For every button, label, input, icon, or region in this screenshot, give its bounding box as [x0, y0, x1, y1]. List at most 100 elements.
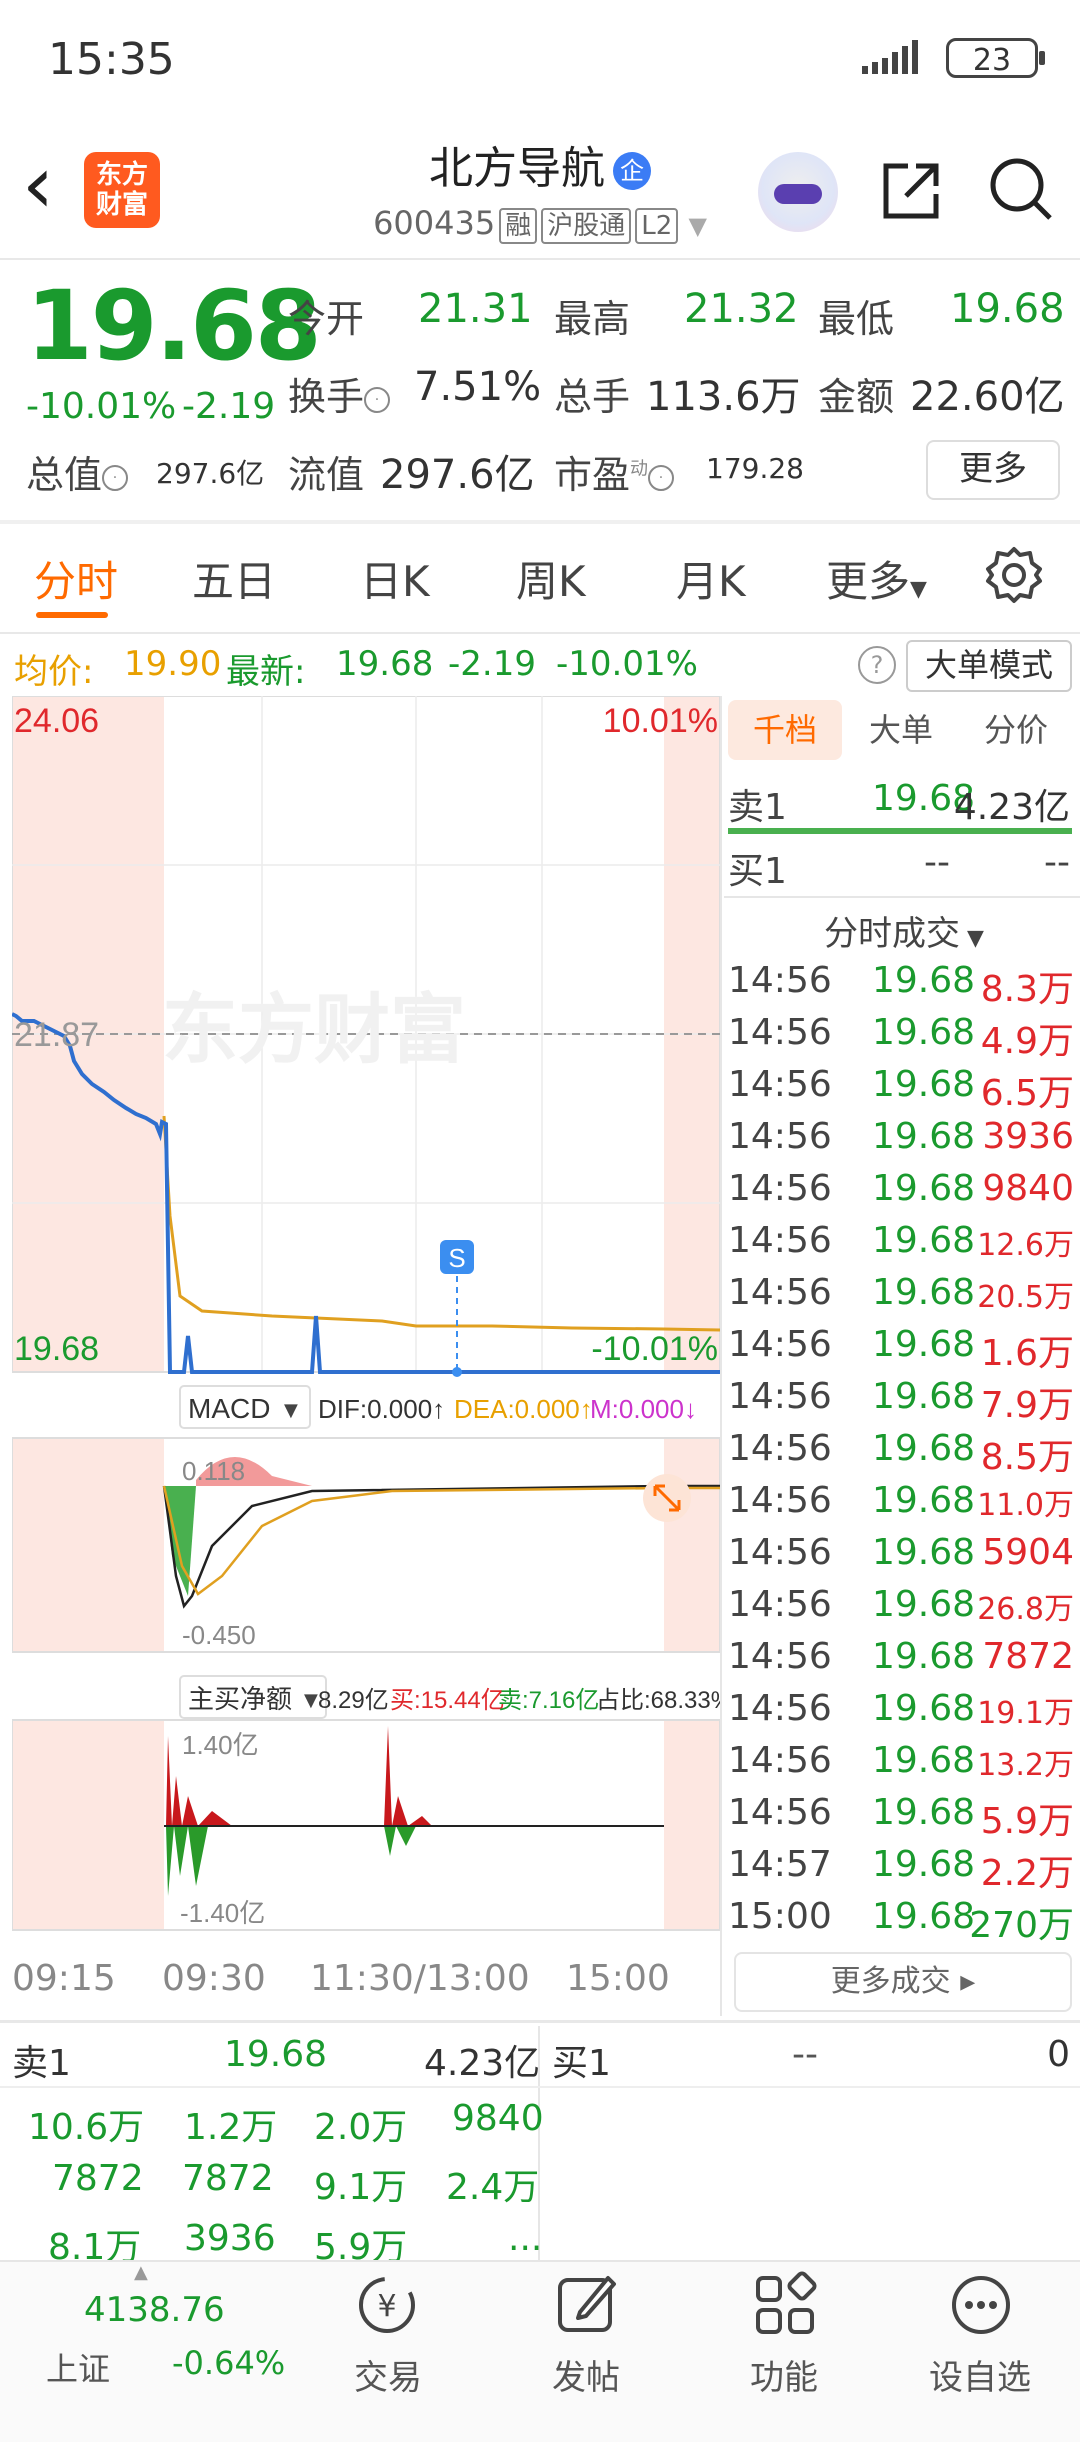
- nav-trade[interactable]: 交易: [308, 2350, 468, 2399]
- help-icon[interactable]: ?: [858, 646, 896, 684]
- divider: [0, 632, 1080, 634]
- nav-post[interactable]: 发帖: [506, 2350, 666, 2399]
- bottom-pct-label: -10.01%: [591, 1330, 718, 1368]
- nav-add-watchlist[interactable]: 设自选: [900, 2350, 1060, 2399]
- tab-thousand-level[interactable]: 千档: [728, 700, 842, 760]
- trade-row: 14:56 19.68 20.5万: [728, 1272, 1074, 1315]
- top-pct-label: 10.01%: [603, 702, 718, 740]
- macd-dropdown-icon: ▼: [284, 1400, 298, 1421]
- pe-sup: 动: [630, 458, 649, 480]
- dropdown-triangle-icon: ▼: [910, 577, 927, 602]
- flow-ratio: 占比:68.33%: [596, 1687, 720, 1714]
- latest-label: 最新:: [226, 652, 306, 692]
- high-label: 最高: [554, 297, 631, 341]
- tab-daily-k[interactable]: 日K: [360, 548, 430, 609]
- tab-weekly-k[interactable]: 周K: [516, 548, 586, 609]
- watermark: 东方财富: [162, 988, 466, 1073]
- tab-monthly-k[interactable]: 月K: [676, 548, 746, 609]
- divider: [0, 2020, 1080, 2023]
- search-icon[interactable]: [988, 156, 1054, 222]
- rp-buy1-label: 买1: [728, 851, 787, 892]
- divider: [0, 258, 1080, 260]
- tab-5day[interactable]: 五日: [192, 548, 276, 609]
- intraday-chart[interactable]: 东方财富 S 24.06 10.01% 21.87 19.68 -10.01% …: [12, 696, 720, 1956]
- chevron-right-icon: ▸: [950, 1964, 976, 1999]
- ob-buy-label: 买1: [552, 2043, 611, 2084]
- rp-sell1-vol: 4.23亿: [953, 787, 1070, 828]
- turnover-label: 换手 ·: [288, 366, 391, 421]
- post-icon[interactable]: [552, 2270, 622, 2340]
- latest-change: -2.19: [448, 644, 536, 684]
- top-price-label: 24.06: [14, 702, 99, 740]
- flow-label: 主买净额: [188, 1684, 292, 1714]
- gear-icon[interactable]: [984, 545, 1044, 605]
- tab-price-dist[interactable]: 分价: [966, 700, 1066, 760]
- dropdown-triangle-icon: ▼: [688, 212, 707, 240]
- more-dots-icon[interactable]: [946, 2270, 1016, 2340]
- flow-total: 8.29亿: [318, 1687, 389, 1714]
- trade-row: 14:56 19.68 8.5万: [728, 1428, 1074, 1478]
- assistant-avatar[interactable]: [758, 152, 838, 232]
- flow-top-label: 1.40亿: [182, 1730, 259, 1760]
- divider: [724, 896, 1080, 898]
- nav-function[interactable]: 功能: [704, 2350, 864, 2399]
- m-value: M:0.000↓: [590, 1394, 697, 1424]
- queue-cell: 2.0万: [314, 2107, 408, 2148]
- trade-row: 14:56 19.68 5904: [728, 1532, 1074, 1573]
- divider: [0, 520, 1080, 524]
- pe-value: 179.28: [706, 452, 804, 485]
- index-change[interactable]: -0.64%: [172, 2344, 285, 2382]
- status-time: 15:35: [48, 34, 175, 85]
- trades-title[interactable]: 分时成交 ▼: [824, 906, 984, 955]
- rp-buy1-price: --: [924, 842, 950, 883]
- queue-cell: 1.2万: [184, 2107, 278, 2148]
- avg-price-line: [162, 1115, 720, 1332]
- share-icon[interactable]: [878, 158, 944, 224]
- x-tick-noon: 11:30/13:00: [310, 1958, 530, 1999]
- big-order-mode-button[interactable]: 大单模式: [906, 640, 1072, 692]
- pe-label: 市盈动 ·: [554, 444, 675, 499]
- macd-dea-line: [162, 1485, 720, 1596]
- chevron-up-icon: ▲: [134, 2262, 148, 2283]
- change-percent: -10.01%: [26, 386, 177, 427]
- flow-postmarket-shade: [664, 1720, 720, 1930]
- amount-label: 金额: [818, 375, 895, 419]
- trade-row: 14:56 19.68 13.2万: [728, 1740, 1074, 1783]
- volume-label: 总手: [554, 375, 631, 419]
- trade-row: 14:56 19.68 7.9万: [728, 1376, 1074, 1426]
- queue-cell: ...: [508, 2218, 543, 2259]
- turnover-value: 7.51%: [414, 364, 542, 410]
- trade-icon[interactable]: ¥: [352, 2270, 422, 2340]
- index-name[interactable]: 上证: [46, 2344, 110, 2390]
- trade-row: 14:56 19.68 7872: [728, 1636, 1074, 1677]
- tab-intraday[interactable]: 分时: [34, 548, 118, 609]
- dea-value: DEA:0.000↑: [454, 1394, 593, 1424]
- trade-row: 14:56 19.68 3936: [728, 1116, 1074, 1157]
- more-trades-button[interactable]: 更多成交 ▸: [734, 1952, 1072, 2012]
- s-marker-dot: [452, 1367, 462, 1377]
- tab-big-order[interactable]: 大单: [856, 700, 946, 760]
- queue-cell: 2.4万: [446, 2167, 540, 2208]
- more-quote-button[interactable]: 更多: [926, 440, 1060, 500]
- macd-top-label: 0.118: [182, 1456, 245, 1486]
- tab-more[interactable]: 更多▼: [826, 548, 927, 609]
- trade-row: 14:56 19.68 1.6万: [728, 1324, 1074, 1374]
- current-price: 19.68: [26, 270, 322, 382]
- flow-bottom-label: -1.40亿: [180, 1898, 265, 1928]
- low-label: 最低: [818, 297, 895, 341]
- trade-row: 14:56 19.68 19.1万: [728, 1688, 1074, 1731]
- index-value[interactable]: 4138.76: [84, 2290, 225, 2330]
- ob-buy-vol: 0: [1047, 2034, 1070, 2075]
- amount-value: 22.60亿: [910, 374, 1065, 420]
- sell1-bar: [728, 828, 1072, 834]
- status-bar: 15:35 23: [0, 0, 1080, 120]
- divider: [540, 2086, 1080, 2088]
- stock-name: 北方导航: [429, 143, 605, 194]
- mid-price-label: 21.87: [14, 1016, 99, 1054]
- battery-icon: 23: [946, 38, 1045, 78]
- latest-value: 19.68: [336, 644, 434, 684]
- queue-cell: 7872: [182, 2158, 274, 2199]
- rp-buy1-vol: --: [1044, 842, 1070, 883]
- function-icon[interactable]: [750, 2270, 820, 2340]
- trade-row: 14:56 19.68 11.0万: [728, 1480, 1074, 1523]
